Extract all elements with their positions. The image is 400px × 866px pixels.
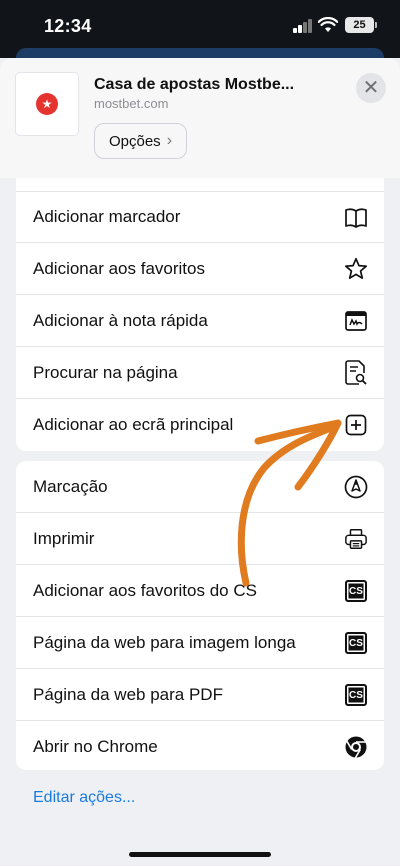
close-button[interactable]: ✕: [356, 73, 386, 103]
action-label: Adicionar aos favoritos: [33, 258, 205, 278]
site-logo-icon: ★: [36, 93, 58, 115]
wifi-icon: [318, 17, 338, 32]
cellular-signal-icon: [293, 19, 313, 33]
action-print[interactable]: Imprimir: [16, 513, 384, 565]
share-header: ★ Casa de apostas Mostbe... mostbet.com …: [0, 58, 400, 178]
action-label: Adicionar marcador: [33, 207, 181, 226]
options-label: Opções: [108, 132, 161, 150]
star-icon: [344, 257, 368, 281]
action-label: Página da web para PDF: [33, 684, 223, 704]
status-time: 12:34: [44, 16, 92, 36]
actions-group-2: Marcação Imprimir Adicionar aos favorito…: [16, 461, 384, 770]
printer-icon: [344, 527, 368, 551]
action-webpage-to-long-image[interactable]: Página da web para imagem longa CS: [16, 617, 384, 669]
chevron-right-icon: ›: [166, 132, 173, 149]
cs-icon: CS: [344, 579, 368, 603]
action-label: Página da web para imagem longa: [33, 632, 296, 652]
action-label: Procurar na página: [33, 362, 178, 382]
action-label: Abrir no Chrome: [33, 737, 158, 756]
chrome-icon: [344, 735, 368, 759]
options-button[interactable]: Opções ›: [94, 123, 187, 159]
action-add-to-home-screen[interactable]: Adicionar ao ecrã principal: [16, 399, 384, 451]
site-url: mostbet.com: [94, 96, 169, 111]
site-thumbnail: ★: [16, 73, 78, 135]
site-title: Casa de apostas Mostbe...: [94, 76, 295, 93]
action-label: Imprimir: [33, 528, 95, 548]
action-add-cs-favorites[interactable]: Adicionar aos favoritos do CS CS: [16, 565, 384, 617]
quick-note-icon: [344, 309, 368, 333]
action-webpage-to-pdf[interactable]: Página da web para PDF CS: [16, 669, 384, 721]
book-icon: [344, 206, 368, 230]
action-add-quick-note[interactable]: Adicionar à nota rápida: [16, 295, 384, 347]
action-label: Adicionar à nota rápida: [33, 310, 208, 330]
cs-badge: CS: [345, 632, 367, 654]
action-label: Marcação: [33, 476, 108, 496]
find-on-page-icon: [344, 360, 368, 385]
battery-indicator: 25: [345, 17, 377, 33]
cs-icon: CS: [344, 631, 368, 655]
home-indicator: [129, 852, 271, 857]
cs-badge: CS: [345, 580, 367, 602]
markup-pen-icon: [344, 475, 368, 499]
action-open-in-chrome[interactable]: Abrir no Chrome: [16, 721, 384, 770]
action-markup[interactable]: Marcação: [16, 461, 384, 513]
action-label: Adicionar aos favoritos do CS: [33, 580, 257, 600]
action-add-favorites[interactable]: Adicionar aos favoritos: [16, 243, 384, 295]
action-add-bookmark[interactable]: Adicionar marcador: [16, 192, 384, 243]
actions-group-1: Adicionar marcador Adicionar aos favorit…: [16, 192, 384, 451]
share-sheet: ★ Casa de apostas Mostbe... mostbet.com …: [0, 58, 400, 866]
plus-square-icon: [344, 413, 368, 437]
action-find-on-page[interactable]: Procurar na página: [16, 347, 384, 399]
cs-badge: CS: [345, 684, 367, 706]
cs-icon: CS: [344, 683, 368, 707]
scrolled-row-edge: [16, 178, 384, 192]
edit-actions-link[interactable]: Editar ações...: [33, 789, 135, 807]
action-label: Adicionar ao ecrã principal: [33, 415, 234, 434]
